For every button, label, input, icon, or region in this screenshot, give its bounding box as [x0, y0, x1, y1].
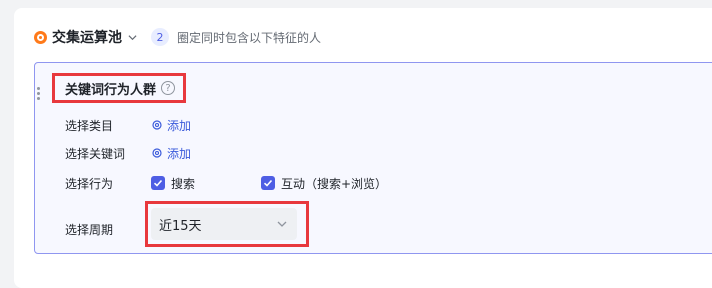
count-badge: 2 — [151, 28, 169, 46]
operator-select[interactable]: 交集运算池 — [52, 27, 122, 47]
keyword-label: 选择关键词 — [65, 146, 126, 161]
category-label: 选择类目 — [65, 118, 114, 133]
operator-header: 交集运算池 2 圈定同时包含以下特征的人 — [34, 26, 321, 48]
section-title-highlight: 关键词行为人群 ? — [52, 73, 187, 103]
rule-card: 交集运算池 2 圈定同时包含以下特征的人 关键词行为人群 ? 选择类目 添加 选… — [14, 8, 712, 288]
add-keyword-label: 添加 — [167, 146, 192, 161]
behavior-label: 选择行为 — [65, 176, 114, 191]
help-icon[interactable]: ? — [161, 81, 176, 95]
add-keyword-button[interactable]: 添加 — [151, 145, 191, 162]
intersection-icon — [34, 30, 47, 44]
drag-handle-icon[interactable] — [37, 87, 41, 105]
period-select[interactable]: 近15天 — [151, 208, 297, 240]
behavior-search-checkbox[interactable]: 搜索 — [151, 175, 261, 192]
category-row: 选择类目 添加 — [65, 115, 191, 135]
gear-icon — [152, 148, 162, 158]
period-label: 选择周期 — [65, 222, 114, 237]
add-category-label: 添加 — [167, 118, 192, 133]
period-value: 近15天 — [159, 218, 202, 234]
chevron-down-icon[interactable] — [128, 33, 137, 42]
keyword-row: 选择关键词 添加 — [65, 143, 191, 163]
chevron-down-icon — [277, 221, 287, 227]
behavior-interact-label: 互动（搜索+浏览） — [281, 176, 388, 191]
add-category-button[interactable]: 添加 — [151, 117, 191, 134]
behavior-interact-checkbox[interactable]: 互动（搜索+浏览） — [261, 175, 387, 192]
behavior-search-label: 搜索 — [171, 176, 196, 191]
behavior-row: 选择行为 搜索 互动（搜索+浏览） — [65, 173, 387, 193]
checkbox-checked-icon — [151, 176, 165, 190]
gear-icon — [152, 120, 162, 130]
condition-panel: 关键词行为人群 ? 选择类目 添加 选择关键词 添加 选择行为 搜索 互动（搜索… — [34, 62, 712, 254]
operator-hint: 圈定同时包含以下特征的人 — [177, 30, 322, 45]
checkbox-checked-icon — [261, 176, 275, 190]
section-title: 关键词行为人群 — [65, 82, 157, 98]
period-highlight: 近15天 — [145, 201, 309, 247]
period-row: 选择周期 — [65, 219, 151, 239]
